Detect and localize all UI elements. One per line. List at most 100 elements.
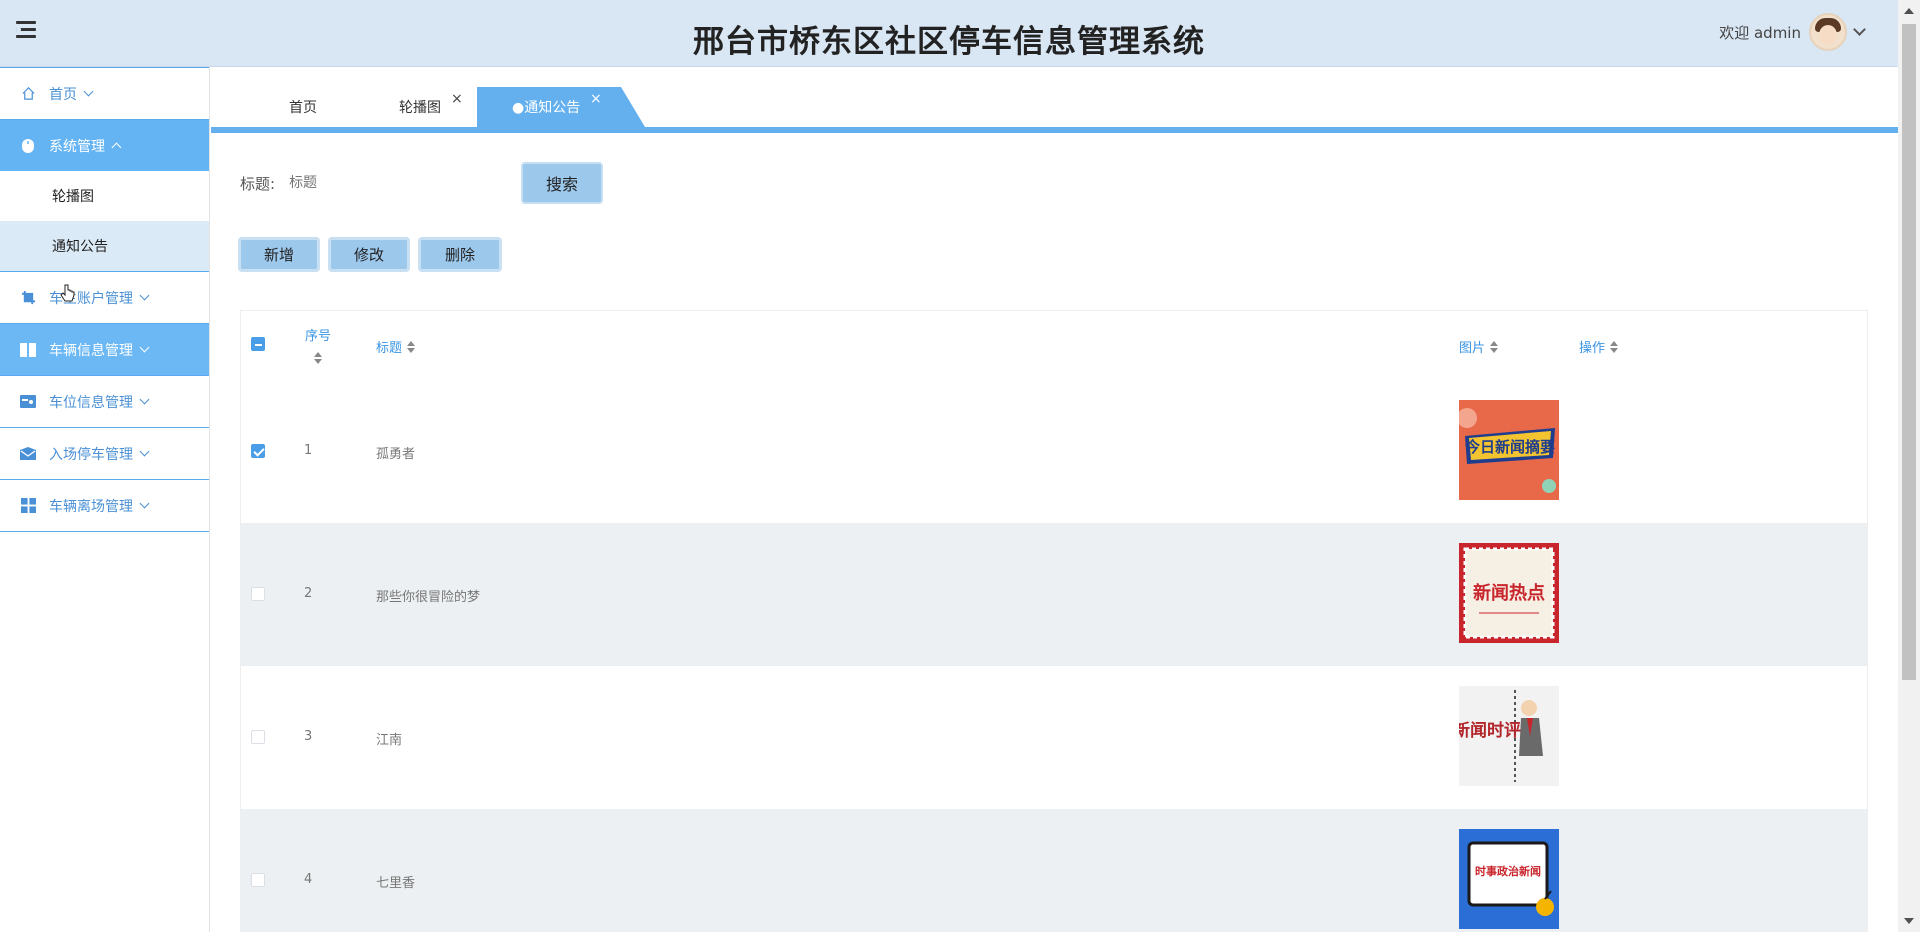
- chevron-down-icon: [1853, 23, 1866, 36]
- row-title: 那些你很冒险的梦: [376, 590, 481, 605]
- sidebar-item-label: 首页: [49, 86, 77, 103]
- sort-icon: [407, 340, 416, 353]
- sidebar-subitem-label: 通知公告: [52, 239, 108, 255]
- sidebar-item-system[interactable]: 系统管理: [0, 119, 209, 171]
- table-row[interactable]: 1 孤勇者 今日新闻摘要: [241, 380, 1867, 523]
- svg-text:新闻热点: 新闻热点: [1473, 582, 1545, 604]
- column-header-title[interactable]: 标题: [376, 337, 416, 356]
- sidebar: 首页 系统管理 轮播图 通知公告 车主账户管理 车辆信息管理 车位信息管理 入场…: [0, 67, 210, 932]
- sidebar-item-label: 车辆信息管理: [49, 342, 133, 359]
- vertical-scrollbar[interactable]: [1898, 0, 1920, 932]
- home-icon: [20, 86, 36, 102]
- row-checkbox[interactable]: [251, 730, 265, 744]
- chevron-down-icon: [139, 498, 150, 509]
- row-index: 2: [304, 586, 313, 601]
- svg-text:今日新闻摘要: 今日新闻摘要: [1464, 438, 1555, 456]
- mouse-icon: [20, 138, 36, 154]
- delete-button[interactable]: 删除: [418, 237, 502, 272]
- svg-text:新闻时评: 新闻时评: [1459, 720, 1521, 741]
- chevron-down-icon: [139, 290, 150, 301]
- row-checkbox[interactable]: [251, 444, 265, 458]
- select-all-checkbox[interactable]: [251, 337, 265, 351]
- grid-icon: [20, 498, 36, 514]
- sidebar-item-label: 车位信息管理: [49, 394, 133, 411]
- scroll-down-icon[interactable]: [1904, 918, 1914, 924]
- column-label: 序号: [305, 329, 332, 344]
- sidebar-item-owner-accounts[interactable]: 车主账户管理: [0, 271, 209, 323]
- table-header: 序号 标题 图片 操作: [241, 310, 1867, 380]
- sidebar-item-entry-parking[interactable]: 入场停车管理: [0, 427, 209, 479]
- column-label: 操作: [1579, 341, 1606, 356]
- table-row[interactable]: 4 七里香 时事政治新闻: [241, 809, 1867, 932]
- add-button[interactable]: 新增: [238, 237, 320, 272]
- table-row[interactable]: 2 那些你很冒险的梦 新闻热点: [241, 523, 1867, 666]
- toolbar: 新增 修改 删除: [238, 237, 502, 272]
- chevron-down-icon: [139, 446, 150, 457]
- top-header: 邢台市桥东区社区停车信息管理系统 欢迎 admin: [0, 0, 1898, 67]
- welcome-text: 欢迎 admin: [1719, 23, 1801, 42]
- edit-button[interactable]: 修改: [328, 237, 410, 272]
- row-index: 4: [304, 872, 313, 887]
- sidebar-item-label: 入场停车管理: [49, 446, 133, 463]
- sidebar-item-vehicle-exit[interactable]: 车辆离场管理: [0, 479, 209, 531]
- search-row: 标题:: [240, 162, 450, 204]
- sort-icon: [314, 352, 322, 364]
- chevron-down-icon: [139, 342, 150, 353]
- row-index: 3: [304, 729, 313, 744]
- sidebar-subitem-label: 轮播图: [52, 189, 94, 205]
- sidebar-subitem-notice[interactable]: 通知公告: [0, 221, 209, 271]
- column-header-index[interactable]: 序号: [305, 325, 331, 364]
- mouse-cursor-icon: [60, 284, 76, 308]
- mail-icon: [20, 446, 36, 462]
- row-title: 江南: [376, 733, 403, 748]
- sidebar-item-label: 车辆离场管理: [49, 498, 133, 515]
- book-icon: [20, 342, 36, 358]
- sort-icon: [1490, 340, 1499, 353]
- search-button[interactable]: 搜索: [521, 162, 603, 204]
- avatar: [1809, 13, 1847, 51]
- tab-label: 首页: [289, 100, 317, 116]
- card-icon: [20, 394, 36, 410]
- page-title: 邢台市桥东区社区停车信息管理系统: [693, 24, 1205, 60]
- column-label: 标题: [376, 341, 403, 356]
- row-index: 1: [304, 443, 313, 458]
- news-commentary-thumbnail: 新闻时评: [1459, 686, 1559, 786]
- tab-notice[interactable]: ●通知公告 ×: [512, 87, 602, 127]
- row-checkbox[interactable]: [251, 587, 265, 601]
- column-label: 图片: [1459, 341, 1486, 356]
- sidebar-item-label: 系统管理: [49, 138, 105, 155]
- sort-icon: [1610, 340, 1619, 353]
- sidebar-item-home[interactable]: 首页: [0, 67, 209, 119]
- table-row[interactable]: 3 江南 新闻时评: [241, 666, 1867, 809]
- close-icon[interactable]: ×: [451, 91, 463, 107]
- user-menu[interactable]: 欢迎 admin: [1719, 12, 1866, 52]
- crop-icon: [20, 290, 36, 306]
- tab-underline: [211, 127, 1898, 133]
- sidebar-item-parking-spot[interactable]: 车位信息管理: [0, 375, 209, 427]
- column-header-actions[interactable]: 操作: [1579, 337, 1619, 356]
- row-checkbox[interactable]: [251, 873, 265, 887]
- row-title: 七里香: [376, 876, 416, 891]
- tab-label: ●通知公告: [512, 100, 581, 116]
- tab-home[interactable]: 首页: [289, 87, 317, 127]
- chevron-up-icon: [111, 142, 122, 153]
- title-search-input[interactable]: [289, 165, 450, 201]
- chevron-down-icon: [139, 394, 150, 405]
- close-icon[interactable]: ×: [590, 91, 602, 107]
- politics-news-thumbnail: 时事政治新闻: [1459, 829, 1559, 929]
- svg-text:时事政治新闻: 时事政治新闻: [1475, 864, 1541, 878]
- tab-label: 轮播图: [399, 100, 441, 116]
- scroll-up-icon[interactable]: [1904, 8, 1914, 14]
- scrollbar-thumb[interactable]: [1902, 24, 1916, 680]
- app-window: 邢台市桥东区社区停车信息管理系统 欢迎 admin 首页 系统管理 轮播图 通知…: [0, 0, 1920, 932]
- column-header-image[interactable]: 图片: [1459, 337, 1499, 356]
- sidebar-item-vehicle-info[interactable]: 车辆信息管理: [0, 323, 209, 375]
- hot-news-thumbnail: 新闻热点: [1459, 543, 1559, 643]
- tab-carousel[interactable]: 轮播图 ×: [399, 87, 463, 127]
- sidebar-subitem-carousel[interactable]: 轮播图: [0, 171, 209, 221]
- tab-bar: 首页 轮播图 × ●通知公告 ×: [211, 67, 1898, 133]
- search-label: 标题:: [240, 174, 276, 193]
- chevron-down-icon: [83, 86, 94, 97]
- row-title: 孤勇者: [376, 447, 416, 462]
- news-digest-thumbnail: 今日新闻摘要: [1459, 400, 1559, 500]
